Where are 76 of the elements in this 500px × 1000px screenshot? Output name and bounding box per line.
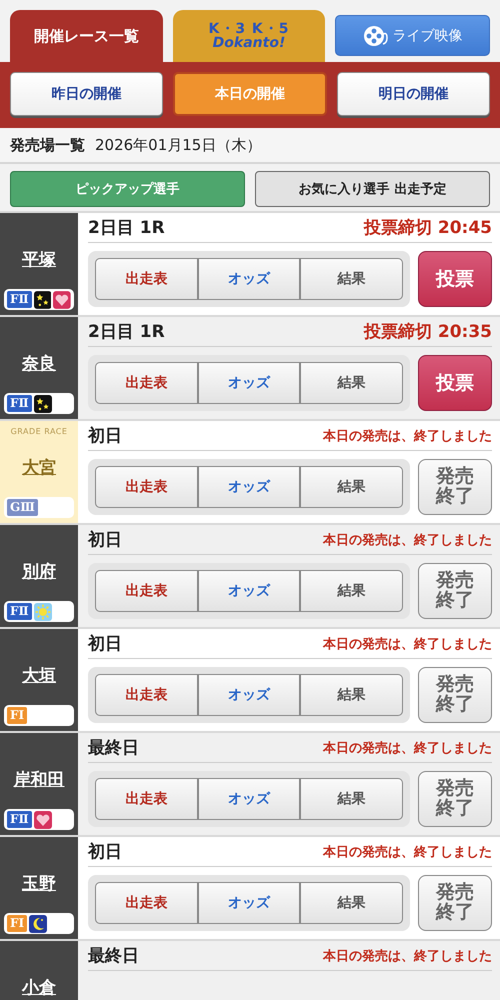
filter-button[interactable]: お気に入り選手 出走予定 (255, 171, 490, 207)
race-day: 初日 (88, 840, 122, 863)
grade-badge: FⅠ (7, 707, 28, 724)
grade-badge: FⅡ (7, 811, 32, 828)
grade-badge: FⅠ (7, 915, 28, 932)
grade-badge: FⅡ (7, 603, 32, 620)
race-link-button[interactable]: 出走表 (95, 882, 198, 924)
sale-status: 本日の発売は、終了しました (323, 740, 492, 756)
sale-status: 本日の発売は、終了しました (323, 636, 492, 652)
race-link-button[interactable]: オッズ (198, 570, 300, 612)
sale-status: 本日の発売は、終了しました (323, 532, 492, 548)
vote-button[interactable]: 投票 (418, 251, 492, 307)
race-day: 最終日 (88, 736, 139, 759)
sales-closed-button[interactable]: 発売終了 (418, 875, 492, 931)
day-tab[interactable]: 昨日の開催 (10, 72, 163, 116)
race-day: 2日目 1R (88, 320, 165, 343)
grade-badge: FⅡ (7, 291, 32, 308)
venue-link[interactable]: 平塚 (22, 249, 56, 271)
race-link-button[interactable]: オッズ (198, 466, 300, 508)
venue-link[interactable]: 玉野 (22, 873, 56, 895)
logo-text: K・3 K・5 (208, 22, 290, 36)
race-day: 初日 (88, 632, 122, 655)
race-link-button[interactable]: 結果 (300, 882, 404, 924)
sale-status: 投票締切 20:45 (364, 217, 492, 239)
sales-closed-button[interactable]: 発売終了 (418, 459, 492, 515)
race-link-button[interactable]: 結果 (300, 778, 404, 820)
sale-status: 本日の発売は、終了しました (323, 948, 492, 964)
sale-status: 本日の発売は、終了しました (323, 428, 492, 444)
moon-icon (29, 914, 48, 932)
race-link-button[interactable]: 出走表 (95, 674, 198, 716)
grade-badge: FⅡ (7, 395, 32, 412)
race-link-button[interactable]: 結果 (300, 362, 404, 404)
sales-closed-button[interactable]: 発売終了 (418, 563, 492, 619)
race-link-button[interactable]: オッズ (198, 362, 300, 404)
live-video-button[interactable]: ライブ映像 (335, 15, 490, 56)
race-link-button[interactable]: 出走表 (95, 362, 198, 404)
date-text: 2026年01月15日（木） (95, 136, 262, 154)
sale-status: 投票締切 20:35 (364, 321, 492, 343)
logo-text: Dokanto! (212, 36, 286, 50)
race-day: 初日 (88, 528, 122, 551)
race-link-button[interactable]: 出走表 (95, 570, 198, 612)
venue-link[interactable]: 大垣 (22, 665, 56, 687)
sales-closed-button[interactable]: 発売終了 (418, 667, 492, 723)
section-title: 発売場一覧 (10, 136, 85, 154)
race-list-tab[interactable]: 開催レース一覧 (10, 10, 163, 62)
race-link-button[interactable]: 出走表 (95, 778, 198, 820)
race-day: 初日 (88, 424, 122, 447)
stars-icon (34, 394, 52, 412)
race-link-button[interactable]: 結果 (300, 258, 404, 300)
race-link-button[interactable]: オッズ (198, 258, 300, 300)
race-link-button[interactable]: オッズ (198, 674, 300, 716)
venue-link[interactable]: 小倉 (22, 977, 56, 999)
sale-status: 本日の発売は、終了しました (323, 844, 492, 860)
grade-badge: GⅢ (7, 499, 38, 516)
day-tab[interactable]: 明日の開催 (337, 72, 490, 116)
race-link-button[interactable]: オッズ (198, 778, 300, 820)
venue-link[interactable]: 別府 (22, 561, 56, 583)
venue-link[interactable]: 奈良 (22, 353, 56, 375)
race-day: 2日目 1R (88, 216, 165, 239)
dokanto-tab[interactable]: K・3 K・5 Dokanto! (172, 10, 326, 62)
race-link-button[interactable]: 出走表 (95, 466, 198, 508)
film-reel-icon (362, 24, 389, 46)
vote-button[interactable]: 投票 (418, 355, 492, 411)
sun-icon (34, 602, 52, 620)
stars-icon (34, 290, 52, 308)
race-link-button[interactable]: 結果 (300, 466, 404, 508)
sales-closed-button[interactable]: 発売終了 (418, 771, 492, 827)
race-day: 最終日 (88, 944, 139, 967)
race-link-button[interactable]: オッズ (198, 882, 300, 924)
venue-link[interactable]: 大宮 (22, 457, 56, 479)
race-link-button[interactable]: 結果 (300, 570, 404, 612)
grade-race-label: GRADE RACE (10, 427, 68, 436)
race-link-button[interactable]: 出走表 (95, 258, 198, 300)
venue-link[interactable]: 岸和田 (14, 769, 64, 791)
filter-button[interactable]: ピックアップ選手 (10, 171, 245, 207)
race-link-button[interactable]: 結果 (300, 674, 404, 716)
